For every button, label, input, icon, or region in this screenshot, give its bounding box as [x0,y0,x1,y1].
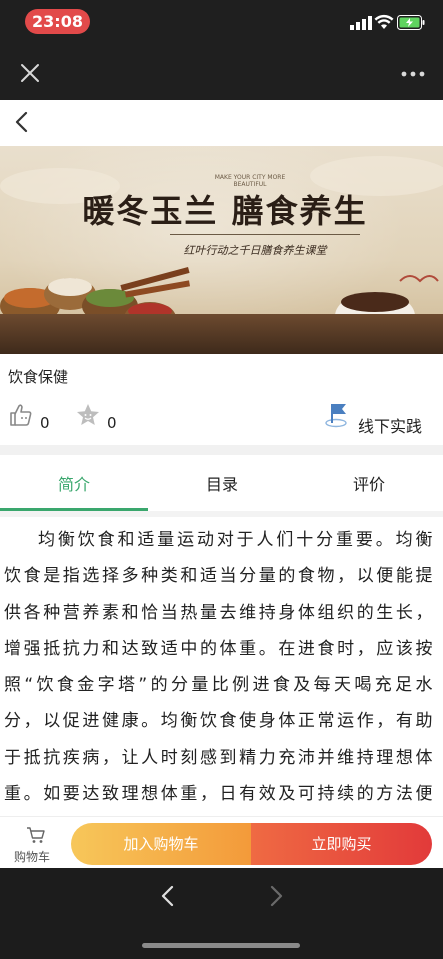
banner-title: 暖冬玉兰 膳食养生 [82,192,368,230]
like-count: 0 [40,414,50,432]
tab-reviews[interactable]: 评价 [295,471,443,495]
tab-catalog[interactable]: 目录 [148,471,296,495]
wifi-icon [374,14,394,29]
course-title: 饮食保健 [8,368,69,386]
add-to-cart-button[interactable]: 加入购物车 [71,823,251,865]
course-banner: MAKE YOUR CITY MORE BEAUTIFUL 暖冬玉兰 膳食养生 … [0,146,443,354]
tab-bar: 简介 目录 评价 [0,455,443,517]
home-indicator[interactable] [142,943,300,948]
close-icon[interactable] [20,63,40,83]
banner-rule [170,234,360,235]
app-header [0,100,443,146]
action-bar: 购物车 加入购物车 立即购买 [0,816,443,868]
offline-practice-label[interactable]: 线下实践 [358,413,422,437]
section-divider [0,445,443,455]
battery-charging-icon [397,15,425,30]
favorite-count: 0 [107,414,117,432]
status-bar: 23:08 [0,0,443,44]
browser-forward-icon[interactable] [266,884,286,908]
chevron-left-icon[interactable] [12,110,32,134]
intro-text: 均衡饮食和适量运动对于人们十分重要。均衡饮食是指选择多种类和适当分量的食物，以便… [4,530,435,805]
buy-now-button[interactable]: 立即购买 [251,823,432,865]
banner-subtitle: 红叶行动之千日膳食养生课堂 [183,244,327,257]
cellular-signal-icon [350,16,372,30]
browser-back-icon[interactable] [158,884,178,908]
webview-toolbar [0,44,443,100]
star-icon[interactable] [75,402,101,428]
banner-table [0,314,443,354]
browser-navigation-bar [0,868,443,959]
cart-label[interactable]: 购物车 [14,848,50,865]
thumbs-up-icon[interactable] [8,402,34,428]
flag-icon[interactable] [324,400,352,428]
shopping-cart-icon[interactable] [26,826,46,844]
tab-separator [0,511,443,517]
more-options-icon[interactable] [401,71,425,77]
status-time: 23:08 [25,9,90,34]
tab-intro[interactable]: 简介 [0,471,148,495]
